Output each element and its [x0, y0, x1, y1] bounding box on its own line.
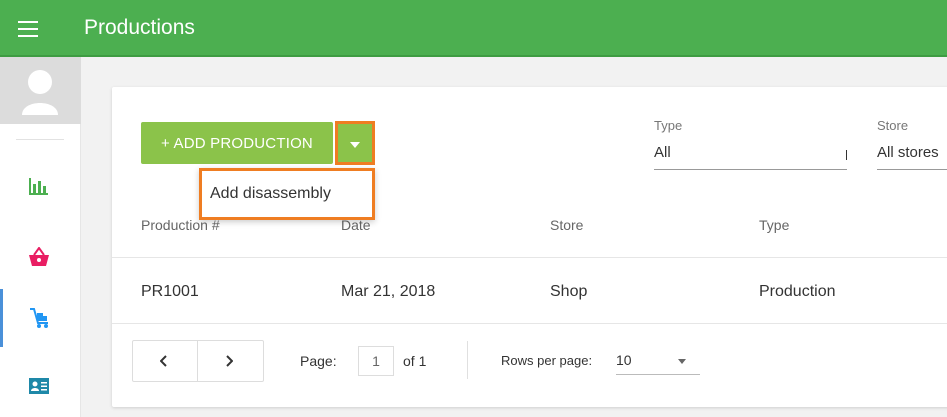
page-title: Productions: [84, 16, 195, 39]
chevron-down-icon: [678, 359, 686, 364]
rows-per-page-label: Rows per page:: [501, 353, 593, 368]
sidebar-item-contacts[interactable]: [0, 359, 81, 417]
page-total: of 1: [403, 353, 427, 369]
type-filter-caret-icon: [846, 150, 847, 160]
chevron-left-icon: [160, 355, 167, 367]
sidebar-item-reports[interactable]: [0, 158, 81, 216]
rows-per-page-select[interactable]: 10: [616, 346, 700, 376]
sidebar-item-productions[interactable]: [0, 289, 81, 347]
prev-page-button[interactable]: [133, 341, 197, 381]
menu-icon[interactable]: [18, 21, 38, 37]
sidebar-item-sales[interactable]: [0, 229, 81, 287]
col-header-type[interactable]: Type: [759, 217, 789, 233]
cell-date: Mar 21, 2018: [341, 283, 436, 300]
sidebar-divider: [16, 139, 64, 140]
divider: [112, 257, 947, 258]
cell-type: Production: [759, 283, 836, 300]
app-header: Productions: [0, 0, 947, 57]
pagination-separator: [467, 341, 468, 379]
productions-icon: [30, 308, 48, 328]
add-options-menu: Add disassembly: [199, 168, 375, 220]
reports-icon: [29, 178, 48, 195]
menu-item-add-disassembly[interactable]: Add disassembly: [210, 185, 331, 203]
avatar[interactable]: [0, 57, 81, 124]
type-filter-underline: [654, 169, 847, 170]
rows-select-underline: [616, 374, 700, 375]
rows-per-page-value: 10: [616, 352, 632, 368]
user-avatar-icon: [22, 70, 58, 115]
sidebar: [0, 57, 81, 417]
chevron-down-icon: [350, 142, 360, 148]
type-filter-label: Type: [654, 118, 683, 133]
pager: [132, 340, 264, 382]
page-label: Page:: [300, 353, 337, 369]
add-production-button[interactable]: + ADD PRODUCTION: [141, 122, 333, 164]
cell-production-number: PR1001: [141, 283, 199, 300]
add-options-button[interactable]: [335, 121, 375, 165]
store-filter-underline: [877, 169, 947, 170]
page-number-input[interactable]: 1: [358, 346, 394, 376]
basket-icon: [29, 247, 49, 266]
store-filter-label: Store: [877, 118, 909, 133]
store-filter-select[interactable]: All stores: [877, 144, 939, 161]
next-page-button[interactable]: [198, 341, 262, 381]
type-filter-select[interactable]: All: [654, 144, 671, 161]
cell-store: Shop: [550, 283, 588, 300]
col-header-store[interactable]: Store: [550, 217, 583, 233]
divider: [112, 323, 947, 324]
chevron-right-icon: [226, 355, 233, 367]
contacts-icon: [29, 378, 49, 394]
